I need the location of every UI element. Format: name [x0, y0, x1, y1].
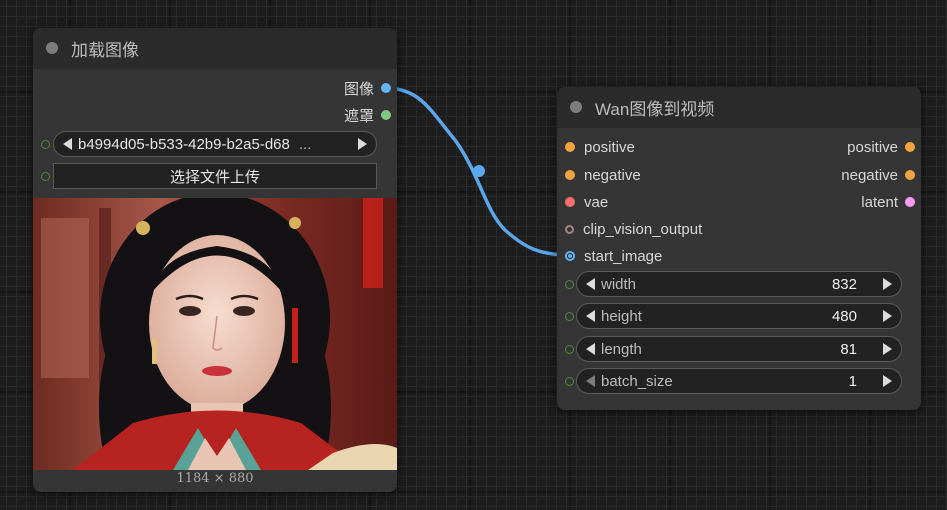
portrait-image	[33, 198, 397, 470]
image-link-path	[384, 86, 571, 257]
output-label: 遮罩	[343, 107, 374, 125]
widget-value[interactable]: 480	[832, 308, 857, 325]
increment-arrow-icon[interactable]	[883, 278, 892, 290]
decrement-arrow-icon[interactable]	[63, 138, 72, 150]
decrement-arrow-icon[interactable]	[586, 310, 595, 322]
output-negative[interactable]: negative	[841, 165, 915, 185]
input-slot-dot-icon[interactable]	[565, 224, 574, 234]
image-select-combo[interactable]: b4994d05-b533-42b9-b2a5-d68 ...	[53, 131, 377, 157]
input-slot-dot-icon[interactable]	[565, 197, 575, 207]
increment-arrow-icon[interactable]	[358, 138, 367, 150]
decrement-arrow-icon[interactable]	[586, 278, 595, 290]
widget-input-dot-icon[interactable]	[565, 377, 574, 386]
decrement-arrow-icon[interactable]	[586, 375, 595, 387]
widget-label: length	[601, 340, 642, 358]
node-title-bar[interactable]: Wan图像到视频	[557, 87, 921, 128]
load-image-node[interactable]: 加载图像 图像 遮罩 b4994d05-b533-42b9-b2a5-d68 .…	[33, 28, 397, 492]
widget-value[interactable]: 81	[840, 341, 857, 358]
output-latent[interactable]: latent	[861, 192, 915, 212]
collapse-dot-icon[interactable]	[570, 101, 582, 113]
output-label: negative	[841, 166, 898, 184]
batch-size-number-widget[interactable]: batch_size 1	[576, 368, 902, 394]
input-start-image[interactable]: start_image	[565, 246, 662, 266]
upload-button[interactable]: 选择文件上传	[53, 163, 377, 189]
image-size-label: 1184 × 880	[176, 471, 254, 486]
widget-label: width	[601, 275, 637, 293]
image-preview	[33, 198, 397, 470]
output-positive[interactable]: positive	[847, 137, 915, 157]
output-slot-dot-icon[interactable]	[381, 83, 391, 93]
node-title-bar[interactable]: 加载图像	[33, 28, 397, 69]
input-vae[interactable]: vae	[565, 192, 608, 212]
input-label: clip_vision_output	[583, 220, 703, 238]
widget-input-dot-icon[interactable]	[565, 345, 574, 354]
input-label: negative	[584, 166, 641, 184]
input-slot-dot-icon[interactable]	[565, 251, 575, 261]
input-clip-vision-output[interactable]: clip_vision_output	[565, 219, 702, 239]
input-label: vae	[584, 193, 609, 211]
widget-input-dot-icon[interactable]	[41, 140, 50, 149]
increment-arrow-icon[interactable]	[883, 375, 892, 387]
input-label: positive	[584, 138, 635, 156]
input-positive[interactable]: positive	[565, 137, 635, 157]
output-image[interactable]: 图像	[344, 78, 391, 98]
wan-image-to-video-node[interactable]: Wan图像到视频 positive negative vae clip_visi…	[557, 87, 921, 410]
output-label: positive	[847, 138, 898, 156]
widget-input-dot-icon[interactable]	[565, 312, 574, 321]
node-title: Wan图像到视频	[595, 99, 715, 119]
widget-label: height	[601, 307, 642, 325]
widget-input-dot-icon[interactable]	[41, 172, 50, 181]
increment-arrow-icon[interactable]	[883, 310, 892, 322]
widget-label: batch_size	[601, 372, 673, 390]
widget-value[interactable]: 832	[832, 276, 857, 293]
node-title: 加载图像	[71, 40, 139, 60]
output-slot-dot-icon[interactable]	[905, 142, 915, 152]
input-slot-dot-icon[interactable]	[565, 170, 575, 180]
output-slot-dot-icon[interactable]	[905, 197, 915, 207]
filename-ellipsis: ...	[298, 135, 312, 153]
output-mask[interactable]: 遮罩	[344, 105, 391, 125]
increment-arrow-icon[interactable]	[883, 343, 892, 355]
output-label: 图像	[343, 80, 374, 98]
widget-input-dot-icon[interactable]	[565, 280, 574, 289]
decrement-arrow-icon[interactable]	[586, 343, 595, 355]
width-number-widget[interactable]: width 832	[576, 271, 902, 297]
output-slot-dot-icon[interactable]	[381, 110, 391, 120]
input-slot-dot-icon[interactable]	[565, 142, 575, 152]
collapse-dot-icon[interactable]	[46, 42, 58, 54]
input-negative[interactable]: negative	[565, 165, 641, 185]
output-slot-dot-icon[interactable]	[905, 170, 915, 180]
link-midpoint-handle	[473, 165, 485, 177]
image-filename: b4994d05-b533-42b9-b2a5-d68	[78, 135, 290, 153]
widget-value[interactable]: 1	[849, 373, 857, 390]
height-number-widget[interactable]: height 480	[576, 303, 902, 329]
output-label: latent	[861, 193, 898, 211]
length-number-widget[interactable]: length 81	[576, 336, 902, 362]
input-label: start_image	[584, 247, 663, 265]
